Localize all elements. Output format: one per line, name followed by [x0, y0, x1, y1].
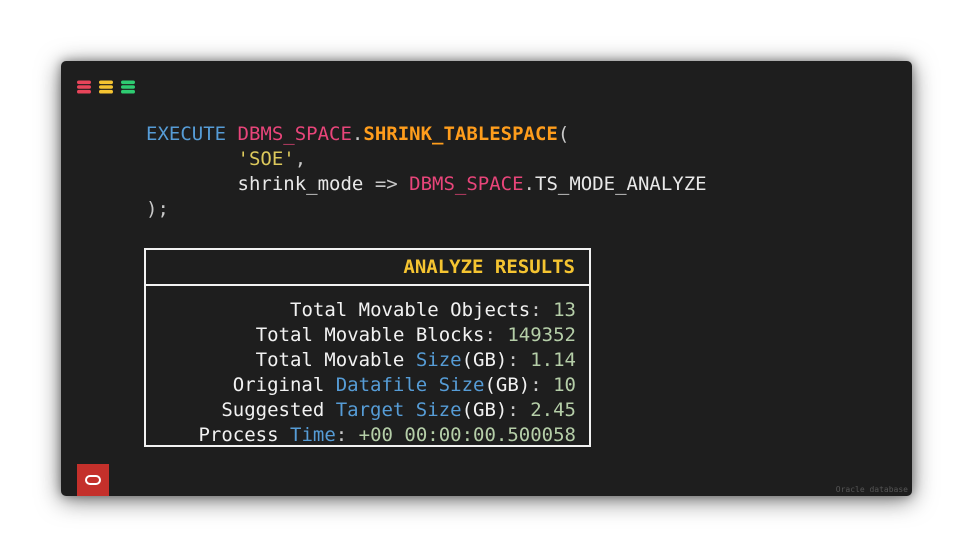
result-row: Process Time: +00 00:00:00.500058 [146, 423, 576, 448]
footer-label: Oracle database [835, 485, 908, 494]
result-value: +00 00:00:00.500058 [358, 424, 576, 446]
param-value: TS_MODE_ANALYZE [535, 173, 707, 195]
result-label: Time [290, 424, 336, 446]
result-label: Total Movable Objects [290, 299, 531, 321]
result-colon: : [507, 399, 531, 421]
param-dot: . [523, 173, 535, 195]
procedure-name: SHRINK_TABLESPACE [363, 123, 558, 145]
result-colon: : [530, 299, 554, 321]
result-row: Total Movable Blocks: 149352 [146, 323, 576, 348]
arrow-operator: => [374, 173, 398, 195]
oracle-logo-icon [77, 464, 109, 496]
result-value: 1.14 [530, 349, 576, 371]
results-body: Total Movable Objects: 13 Total Movable B… [146, 286, 589, 448]
result-label: (GB) [461, 399, 508, 421]
tablespace-arg: 'SOE' [237, 148, 295, 170]
result-colon: : [335, 424, 359, 446]
result-value: 2.45 [530, 399, 576, 421]
analyze-results-box: ANALYZE RESULTS Total Movable Objects: 1… [144, 248, 591, 447]
result-value: 149352 [507, 324, 576, 346]
result-value: 10 [553, 374, 576, 396]
yellow-db-icon [99, 80, 113, 94]
result-label: Size [415, 349, 462, 371]
dot: . [351, 123, 364, 145]
result-label: (GB) [484, 374, 531, 396]
result-row: Total Movable Size(GB): 1.14 [146, 348, 576, 373]
result-row: Total Movable Objects: 13 [146, 298, 576, 323]
result-label: Target Size [335, 399, 462, 421]
result-label: Process [198, 424, 290, 446]
result-row: Original Datafile Size(GB): 10 [146, 373, 576, 398]
comma: , [294, 148, 307, 170]
result-label: Suggested [221, 399, 336, 421]
code-window: EXECUTE DBMS_SPACE.SHRINK_TABLESPACE( 'S… [61, 61, 912, 496]
execute-keyword: EXECUTE [146, 123, 227, 145]
param-package: DBMS_SPACE [409, 173, 524, 195]
open-paren: ( [557, 123, 570, 145]
red-db-icon [77, 80, 91, 94]
result-colon: : [484, 324, 508, 346]
close-statement: ); [146, 198, 169, 220]
result-label: Original [232, 374, 336, 396]
result-value: 13 [553, 299, 576, 321]
result-label: Total Movable Blocks [255, 324, 485, 346]
param-name: shrink_mode [237, 173, 364, 195]
oracle-ring-icon [85, 475, 101, 485]
package-name: DBMS_SPACE [237, 123, 352, 145]
green-db-icon [121, 80, 135, 94]
result-label: (GB) [461, 349, 508, 371]
result-row: Suggested Target Size(GB): 2.45 [146, 398, 576, 423]
results-title: ANALYZE RESULTS [146, 250, 589, 286]
window-dots [77, 80, 135, 94]
result-colon: : [530, 374, 554, 396]
result-label: Total Movable [255, 349, 416, 371]
result-label: Datafile Size [335, 374, 485, 396]
result-colon: : [507, 349, 531, 371]
sql-code-block: EXECUTE DBMS_SPACE.SHRINK_TABLESPACE( 'S… [146, 122, 707, 222]
